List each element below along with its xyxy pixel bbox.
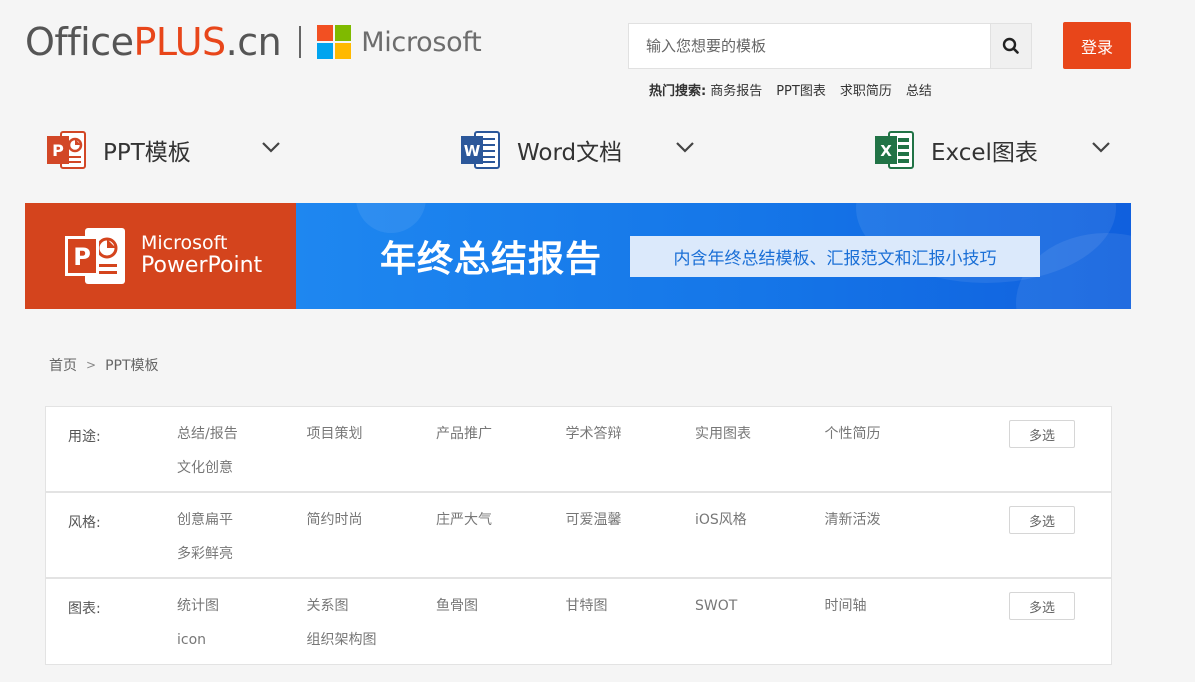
filter-option[interactable]: 清新活泼 <box>825 510 955 544</box>
hot-search-link[interactable]: 求职简历 <box>840 80 892 99</box>
search-icon <box>1002 37 1019 54</box>
filter-option[interactable]: SWOT <box>695 596 825 630</box>
microsoft-logo-icon <box>317 25 352 59</box>
chevron-down-icon <box>1092 142 1110 153</box>
svg-text:P: P <box>73 243 91 271</box>
filter-options: 统计图 关系图 鱼骨图 甘特图 SWOT 时间轴 icon 组织架构图 <box>177 596 957 664</box>
filter-row-usage: 用途: 总结/报告 项目策划 产品推广 学术答辩 实用图表 个性简历 文化创意 … <box>46 407 1111 493</box>
filter-label: 用途: <box>68 429 101 445</box>
category-ppt[interactable]: P PPT模板 <box>45 127 280 173</box>
filter-row-style: 风格: 创意扁平 简约时尚 庄严大气 可爱温馨 iOS风格 清新活泼 多彩鲜亮 … <box>46 493 1111 579</box>
filter-row-chart: 图表: 统计图 关系图 鱼骨图 甘特图 SWOT 时间轴 icon 组织架构图 … <box>46 579 1111 664</box>
powerpoint-icon: P <box>47 131 86 169</box>
chevron-down-icon <box>676 142 694 153</box>
banner-content: 年终总结报告 内含年终总结模板、汇报范文和汇报小技巧 <box>296 203 1131 309</box>
filter-option[interactable]: 学术答辩 <box>566 424 696 458</box>
chevron-down-icon <box>262 142 280 153</box>
hot-search-link[interactable]: 商务报告 <box>710 80 762 99</box>
filter-option[interactable]: 多彩鲜亮 <box>177 544 307 578</box>
breadcrumb-separator: > <box>86 358 97 372</box>
filter-option[interactable]: 庄严大气 <box>436 510 566 544</box>
filter-option[interactable]: icon <box>177 630 307 664</box>
filter-option[interactable]: 创意扁平 <box>177 510 307 544</box>
category-label: Word文档 <box>517 140 623 166</box>
search-box <box>628 23 1032 69</box>
category-word[interactable]: W Word文档 <box>459 127 694 173</box>
filter-option[interactable]: 实用图表 <box>695 424 825 458</box>
breadcrumb-home[interactable]: 首页 <box>49 355 77 375</box>
logo-divider <box>299 26 302 58</box>
officeplus-logo[interactable]: OfficePLUS.cn Microsoft <box>25 20 482 64</box>
filter-option[interactable]: 项目策划 <box>307 424 437 458</box>
filter-option[interactable]: 简约时尚 <box>307 510 437 544</box>
powerpoint-icon: P <box>65 228 125 284</box>
filter-label: 风格: <box>68 515 101 531</box>
filter-option[interactable]: 可爱温馨 <box>566 510 696 544</box>
hot-search-link[interactable]: 总结 <box>906 80 932 99</box>
filter-option[interactable]: 总结/报告 <box>177 424 307 458</box>
microsoft-wordmark: Microsoft <box>361 26 482 58</box>
multi-select-button[interactable]: 多选 <box>1009 592 1075 620</box>
svg-text:X: X <box>880 142 892 160</box>
category-excel[interactable]: X Excel图表 <box>873 127 1110 173</box>
category-label: Excel图表 <box>931 140 1038 166</box>
search-input[interactable] <box>629 24 990 68</box>
filter-option[interactable]: iOS风格 <box>695 510 825 544</box>
excel-icon: X <box>875 131 914 169</box>
search-button[interactable] <box>990 24 1031 68</box>
filter-option[interactable]: 产品推广 <box>436 424 566 458</box>
filter-option[interactable]: 关系图 <box>307 596 437 630</box>
banner-brand-text: Microsoft PowerPoint <box>141 232 263 279</box>
filter-options: 总结/报告 项目策划 产品推广 学术答辩 实用图表 个性简历 文化创意 <box>177 424 957 492</box>
breadcrumb: 首页 > PPT模板 <box>49 355 159 375</box>
multi-select-button[interactable]: 多选 <box>1009 420 1075 448</box>
promo-banner[interactable]: P Microsoft PowerPoint 年终总结报告 内含年终总结模板、汇… <box>25 203 1131 309</box>
filter-options: 创意扁平 简约时尚 庄严大气 可爱温馨 iOS风格 清新活泼 多彩鲜亮 <box>177 510 957 578</box>
breadcrumb-current: PPT模板 <box>105 358 159 374</box>
filter-panel: 用途: 总结/报告 项目策划 产品推广 学术答辩 实用图表 个性简历 文化创意 … <box>45 406 1112 665</box>
hot-search-link[interactable]: PPT图表 <box>776 80 826 99</box>
login-button[interactable]: 登录 <box>1063 22 1131 69</box>
filter-option[interactable]: 个性简历 <box>825 424 955 458</box>
svg-text:W: W <box>464 142 481 160</box>
hot-search: 热门搜索: 商务报告 PPT图表 求职简历 总结 <box>649 80 946 99</box>
category-label: PPT模板 <box>103 140 191 166</box>
banner-tagline: 内含年终总结模板、汇报范文和汇报小技巧 <box>630 235 1041 277</box>
banner-title: 年终总结报告 <box>380 239 603 280</box>
hot-search-label: 热门搜索: <box>649 84 707 99</box>
filter-option[interactable]: 组织架构图 <box>307 630 437 664</box>
banner-brand: P Microsoft PowerPoint <box>25 203 296 309</box>
multi-select-button[interactable]: 多选 <box>1009 506 1075 534</box>
filter-option[interactable]: 时间轴 <box>825 596 955 630</box>
word-icon: W <box>461 131 500 169</box>
filter-label: 图表: <box>68 601 101 617</box>
filter-option[interactable]: 甘特图 <box>566 596 696 630</box>
svg-text:P: P <box>52 141 64 160</box>
filter-option[interactable]: 鱼骨图 <box>436 596 566 630</box>
logo-wordmark: OfficePLUS.cn <box>25 20 282 64</box>
filter-option[interactable]: 文化创意 <box>177 458 307 492</box>
filter-option[interactable]: 统计图 <box>177 596 307 630</box>
